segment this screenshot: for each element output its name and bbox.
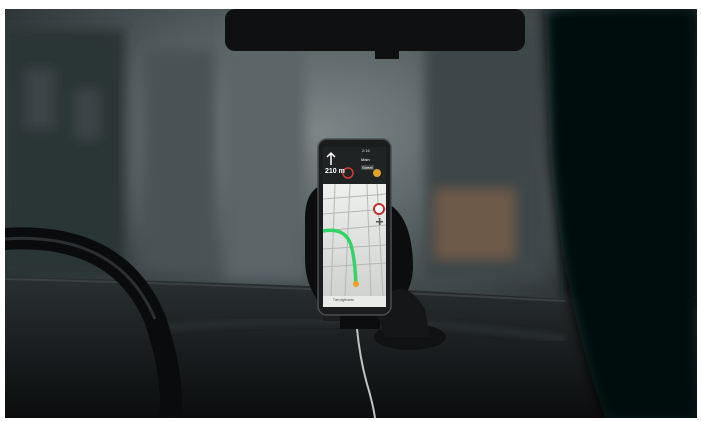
photo-scene: 2:16 210 m Main Street Turn right onto: [5, 9, 697, 418]
rear-view-mirror: [225, 9, 525, 51]
distance-label: 210 m: [325, 168, 345, 175]
street-name-bottom: Street: [361, 165, 374, 170]
status-time: 2:16: [362, 148, 370, 153]
bottom-instruction: Turn right onto: [333, 298, 354, 302]
street-name-top: Main: [361, 157, 370, 162]
phone-text-layer: 2:16 210 m Main Street Turn right onto: [318, 139, 391, 315]
